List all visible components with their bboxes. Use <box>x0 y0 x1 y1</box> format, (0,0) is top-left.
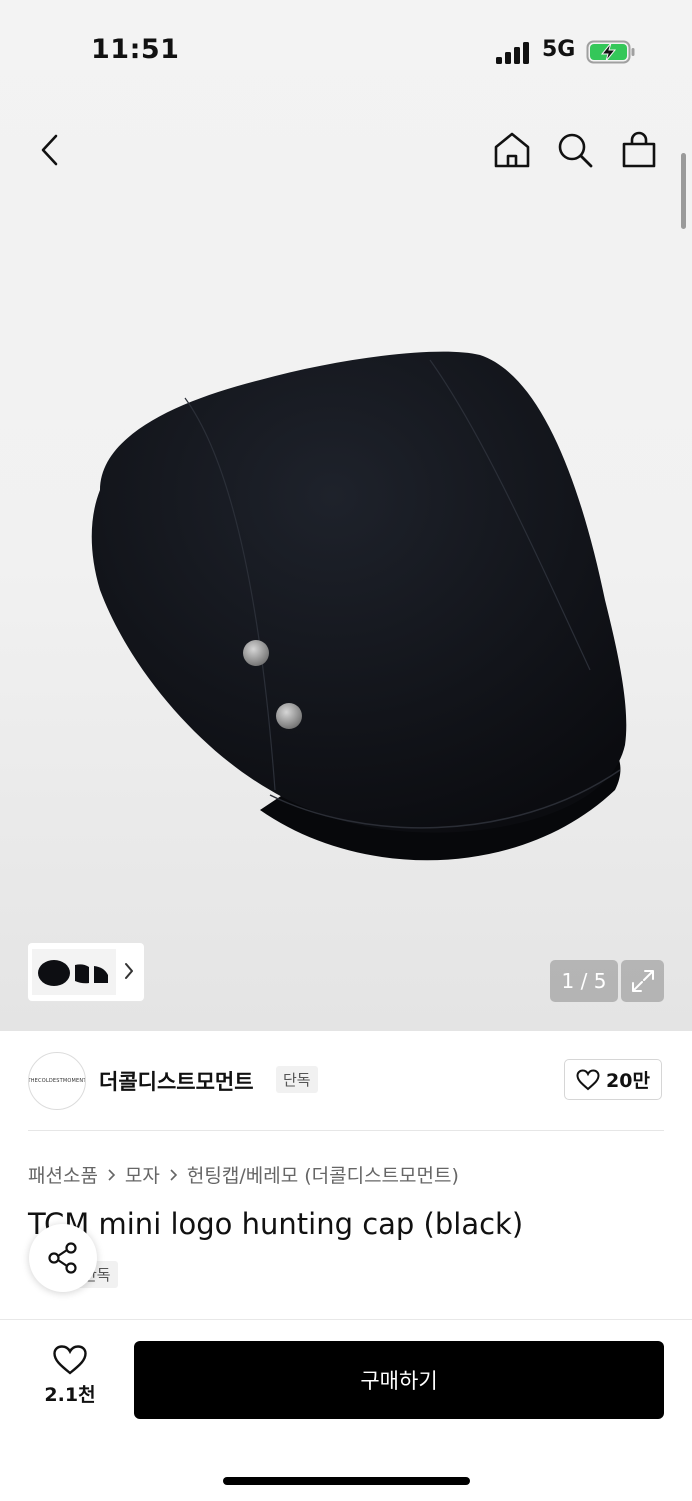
chevron-left-icon <box>41 134 58 166</box>
product-title: TCM mini logo hunting cap (black) <box>28 1207 524 1241</box>
brand-like-count: 20만 <box>606 1070 650 1092</box>
search-button[interactable] <box>551 126 599 174</box>
chevron-right-icon <box>108 1168 116 1181</box>
home-button[interactable] <box>488 126 536 174</box>
expand-icon <box>631 970 654 992</box>
breadcrumb-item[interactable]: 모자 <box>125 1161 160 1188</box>
home-indicator[interactable] <box>223 1477 470 1485</box>
share-icon <box>48 1242 77 1274</box>
breadcrumb-item[interactable]: 패션소품 <box>28 1161 98 1188</box>
status-time: 11:51 <box>91 34 180 65</box>
signal-icon <box>496 42 529 64</box>
fullscreen-button[interactable] <box>621 960 664 1002</box>
chevron-right-icon <box>170 1168 178 1181</box>
scrollbar[interactable] <box>681 153 686 229</box>
thumbnail-images <box>32 949 116 995</box>
wishlist-count: 2.1천 <box>44 1384 96 1406</box>
shopping-bag-button[interactable] <box>615 126 663 174</box>
search-icon <box>558 133 593 168</box>
product-image[interactable] <box>60 340 640 890</box>
brand-name[interactable]: 더콜디스트모먼트 <box>99 1066 254 1096</box>
breadcrumb-item[interactable]: 헌팅캡/베레모 (더콜디스트모먼트) <box>187 1161 459 1188</box>
image-page-counter: 1 / 5 <box>550 960 618 1002</box>
brand-exclusive-tag: 단독 <box>276 1066 318 1093</box>
buy-button[interactable]: 구매하기 <box>134 1341 664 1419</box>
share-button[interactable] <box>29 1224 97 1292</box>
brand-like-button[interactable]: 20만 <box>564 1059 662 1100</box>
heart-icon <box>53 1345 87 1375</box>
network-label: 5G <box>542 37 576 62</box>
chevron-right-icon <box>125 963 133 979</box>
heart-icon <box>576 1068 600 1090</box>
divider <box>28 1130 664 1131</box>
shopping-bag-icon <box>622 131 656 168</box>
home-icon <box>494 132 530 168</box>
back-button[interactable] <box>26 126 74 174</box>
battery-charging-icon <box>586 40 635 64</box>
thumbnail-strip[interactable] <box>28 943 144 1001</box>
brand-logo[interactable]: THECOLDESTMOMENT <box>28 1052 86 1110</box>
wishlist-button[interactable]: 2.1천 <box>36 1344 104 1416</box>
breadcrumb: 패션소품 모자 헌팅캡/베레모 (더콜디스트모먼트) <box>28 1161 459 1188</box>
